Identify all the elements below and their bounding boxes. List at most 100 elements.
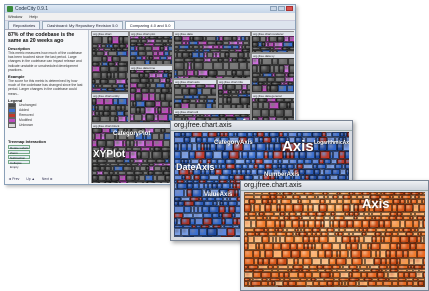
- class-tile[interactable]: [332, 243, 340, 250]
- class-tile[interactable]: [127, 98, 128, 105]
- class-tile[interactable]: [405, 220, 413, 228]
- class-tile[interactable]: [423, 258, 425, 265]
- class-tile[interactable]: [221, 236, 229, 237]
- class-tile[interactable]: [318, 250, 325, 258]
- class-tile[interactable]: [203, 62, 213, 70]
- class-tile[interactable]: [361, 243, 368, 250]
- class-tile[interactable]: [281, 243, 290, 250]
- class-tile[interactable]: [285, 236, 294, 243]
- class-tile[interactable]: [153, 140, 163, 147]
- class-tile[interactable]: [202, 206, 209, 213]
- class-tile[interactable]: [325, 250, 332, 258]
- class-tile[interactable]: [256, 220, 266, 228]
- class-tile[interactable]: [351, 250, 361, 258]
- package-block[interactable]: org.jfree.data.xy: [251, 53, 294, 93]
- class-tile[interactable]: [252, 85, 262, 92]
- class-tile[interactable]: [362, 220, 369, 228]
- class-tile[interactable]: [162, 151, 169, 159]
- class-tile[interactable]: [261, 286, 268, 287]
- class-tile[interactable]: [244, 220, 251, 228]
- class-tile[interactable]: [202, 236, 212, 237]
- class-tile[interactable]: [389, 286, 398, 287]
- up-button[interactable]: Up ▲: [26, 177, 35, 181]
- class-tile[interactable]: [390, 243, 397, 250]
- class-tile[interactable]: [371, 286, 379, 287]
- class-tile[interactable]: [269, 258, 277, 265]
- class-tile[interactable]: [343, 204, 350, 212]
- class-tile[interactable]: [310, 250, 318, 258]
- class-tile[interactable]: [352, 258, 362, 265]
- class-tile[interactable]: [273, 250, 282, 258]
- class-tile[interactable]: [336, 258, 346, 265]
- class-tile[interactable]: [254, 236, 262, 243]
- class-tile[interactable]: [364, 236, 372, 243]
- class-tile[interactable]: [172, 73, 173, 78]
- class-tile[interactable]: [174, 88, 182, 95]
- class-tile[interactable]: [284, 109, 293, 117]
- class-tile[interactable]: [225, 218, 233, 225]
- class-tile[interactable]: [340, 250, 348, 258]
- class-tile[interactable]: [328, 236, 336, 243]
- tab-comparing[interactable]: Comparing 4.0 and 5.0: [124, 21, 176, 29]
- class-tile[interactable]: [141, 151, 149, 159]
- class-tile[interactable]: [321, 258, 329, 265]
- class-tile[interactable]: [278, 85, 287, 92]
- class-tile[interactable]: [371, 243, 380, 250]
- class-tile[interactable]: [110, 181, 117, 183]
- class-tile[interactable]: [348, 286, 358, 287]
- class-tile[interactable]: [408, 250, 417, 258]
- class-tile[interactable]: [409, 236, 417, 243]
- class-tile[interactable]: [320, 151, 330, 159]
- class-tile[interactable]: [213, 151, 222, 159]
- class-tile[interactable]: [300, 250, 310, 258]
- class-tile[interactable]: [194, 236, 202, 237]
- class-tile[interactable]: [194, 62, 203, 70]
- class-tile[interactable]: [147, 181, 154, 183]
- class-tile[interactable]: [282, 250, 291, 258]
- class-tile[interactable]: [266, 220, 275, 228]
- class-tile[interactable]: [212, 218, 222, 225]
- class-tile[interactable]: [112, 36, 119, 44]
- class-tile[interactable]: [278, 58, 288, 65]
- class-tile[interactable]: [419, 204, 425, 212]
- class-tile[interactable]: [268, 286, 278, 287]
- class-tile[interactable]: [279, 102, 287, 109]
- class-tile[interactable]: [358, 286, 367, 287]
- class-tile[interactable]: [137, 140, 145, 147]
- class-tile[interactable]: [374, 258, 381, 265]
- class-tile[interactable]: [273, 243, 281, 250]
- tab-dashboard[interactable]: Dashboard: My Repository Revision 5.0: [42, 21, 123, 29]
- class-tile[interactable]: [199, 228, 207, 236]
- class-tile[interactable]: [154, 181, 161, 183]
- class-tile[interactable]: [253, 250, 260, 258]
- class-tile[interactable]: [315, 243, 322, 250]
- class-tile[interactable]: [391, 220, 400, 228]
- class-tile[interactable]: [340, 286, 348, 287]
- class-tile[interactable]: [158, 114, 168, 121]
- class-tile[interactable]: [264, 243, 273, 250]
- class-tile[interactable]: [195, 151, 205, 159]
- class-tile[interactable]: [292, 220, 299, 228]
- class-tile[interactable]: [324, 286, 331, 287]
- class-tile[interactable]: [189, 228, 199, 236]
- class-tile[interactable]: [142, 93, 149, 101]
- class-tile[interactable]: [104, 98, 113, 105]
- class-tile[interactable]: [217, 228, 227, 236]
- minimize-button[interactable]: [270, 6, 277, 11]
- class-tile[interactable]: [248, 243, 256, 250]
- class-tile[interactable]: [400, 243, 410, 250]
- class-tile[interactable]: [290, 243, 297, 250]
- class-tile[interactable]: [183, 236, 190, 237]
- next-button[interactable]: Next ►: [42, 177, 53, 181]
- class-tile[interactable]: [152, 151, 162, 159]
- class-tile[interactable]: [285, 220, 292, 228]
- class-tile[interactable]: [390, 258, 397, 265]
- package-block[interactable]: org.jfree.data.time: [129, 65, 173, 123]
- menu-window[interactable]: Window: [8, 14, 22, 19]
- maximize-button[interactable]: [278, 6, 285, 11]
- class-tile[interactable]: [195, 218, 203, 225]
- class-tile[interactable]: [174, 228, 181, 236]
- class-tile[interactable]: [339, 220, 347, 228]
- class-tile[interactable]: [145, 107, 155, 114]
- class-tile[interactable]: [423, 220, 425, 228]
